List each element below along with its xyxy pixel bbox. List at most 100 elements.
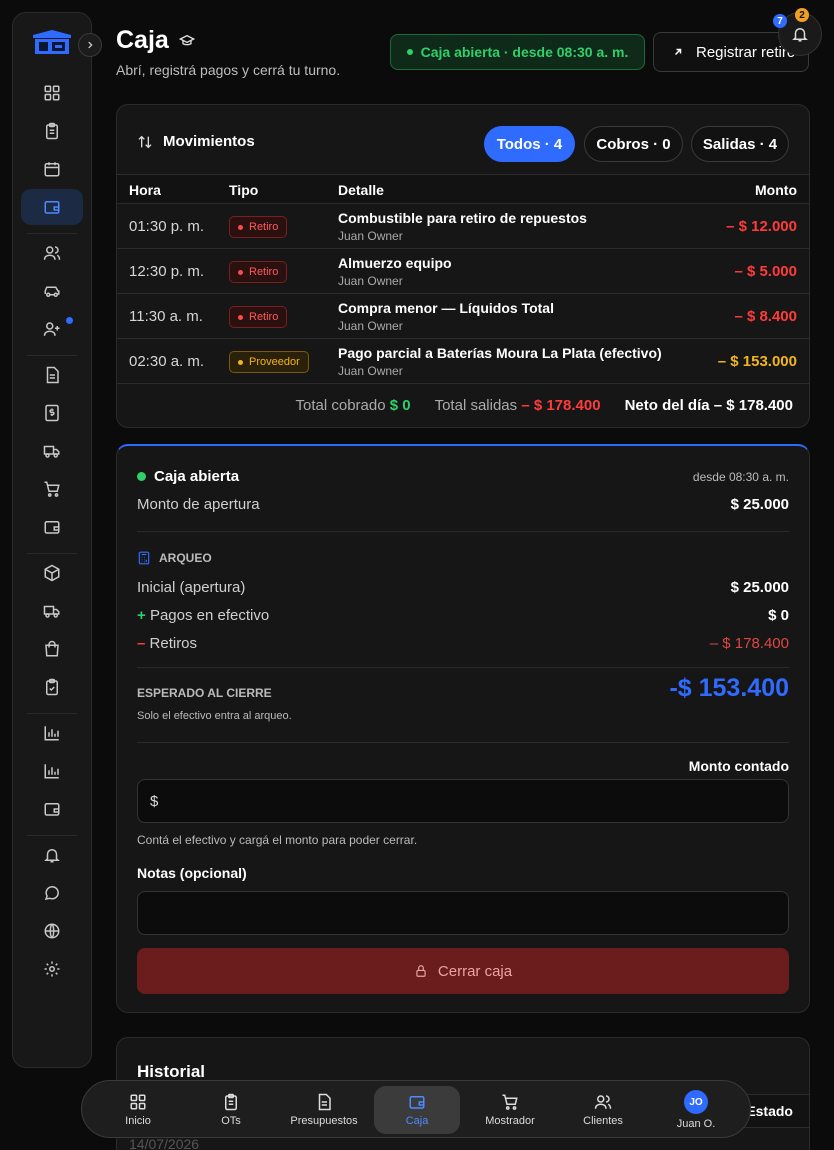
avatar: JO [684,1090,708,1114]
esperado-note: Solo el efectivo entra al arqueo. [137,710,292,722]
arqueo-title: ARQUEO [137,550,789,566]
table-row[interactable]: 01:30 p. m. Retiro Combustible para reti… [117,204,809,249]
sidebar-item-tareas[interactable] [21,669,83,705]
inicial-row: Inicial (apertura) $ 25.000 [137,579,789,596]
retiros-row: – Retiros – $ 178.400 [137,635,789,652]
sidebar-item-estadisticas[interactable] [21,753,83,789]
sidebar-item-inicio[interactable] [21,75,83,111]
bottom-nav-clientes[interactable]: Clientes [560,1086,646,1134]
movements-card: Movimientos Todos · 4 Cobros · 0 Salidas… [116,104,810,428]
monto-contado-input[interactable]: $ [137,779,789,823]
sidebar-item-nuevo-cliente[interactable] [21,311,83,347]
col-hora[interactable]: Hora [129,182,161,198]
sidebar-item-facturacion[interactable] [21,395,83,431]
sidebar-item-compras[interactable] [21,631,83,667]
lock-icon [414,963,428,979]
cerrar-caja-button[interactable]: Cerrar caja [137,948,789,994]
sidebar-item-envios[interactable] [21,433,83,469]
document-icon [315,1093,333,1111]
clipboard-check-icon [43,678,61,696]
sidebar-item-vehiculos[interactable] [21,273,83,309]
col-detalle[interactable]: Detalle [338,182,384,198]
total-salidas: Total salidas – $ 178.400 [434,397,601,414]
col-monto[interactable]: Monto [755,182,797,198]
sidebar-item-reportes[interactable] [21,715,83,751]
calendar-icon [43,160,61,178]
filter-cobros[interactable]: Cobros · 0 [584,126,683,162]
gear-icon [43,960,61,978]
col-estado[interactable]: Estado [746,1103,793,1119]
row-amount: – $ 12.000 [726,218,797,235]
table-row[interactable]: 12:30 p. m. Retiro Almuerzo equipo Juan … [117,249,809,294]
movements-title-text: Movimientos [163,133,255,150]
sidebar-item-mensajes[interactable] [21,875,83,911]
sidebar-collapse-button[interactable] [78,33,102,57]
page-subtitle: Abrí, registrá pagos y cerrá tu turno. [116,62,341,78]
notification-dot [66,317,73,324]
app-logo[interactable] [31,29,73,55]
bottom-nav-user[interactable]: JO Juan O. [653,1086,739,1134]
sidebar-item-mostrador[interactable] [21,471,83,507]
row-user: Juan Owner [338,274,403,288]
wallet-icon [43,800,61,818]
row-detail: Compra menor — Líquidos Total [338,300,554,316]
sidebar-item-cuentas[interactable] [21,509,83,545]
wallet-icon [43,198,61,216]
sidebar-item-clientes[interactable] [21,235,83,271]
box-icon [43,564,61,582]
user-plus-icon [43,320,61,338]
sidebar-item-finanzas[interactable] [21,791,83,827]
type-badge: Retiro [229,306,288,328]
col-tipo[interactable]: Tipo [229,182,258,198]
clipboard-icon [43,122,61,140]
esperado-value: -$ 153.400 [669,674,789,702]
row-time: 01:30 p. m. [129,218,205,235]
bottom-nav-caja[interactable]: Caja [374,1086,460,1134]
type-badge: Retiro [229,261,288,283]
sidebar-item-caja[interactable] [21,189,83,225]
sidebar-item-ots[interactable] [21,113,83,149]
document-icon [43,366,61,384]
total-cobrado: Total cobrado $ 0 [295,397,411,414]
notas-label: Notas (opcional) [137,865,247,881]
filter-salidas[interactable]: Salidas · 4 [691,126,789,162]
sidebar-item-proveedores[interactable] [21,593,83,629]
status-badge: Caja abierta · desde 08:30 a. m. [390,34,645,70]
sidebar-item-inventario[interactable] [21,555,83,591]
sidebar [12,12,92,1068]
page-title-text: Caja [116,26,169,54]
filter-todos[interactable]: Todos · 4 [484,126,575,162]
table-row[interactable]: 02:30 a. m. Proveedor Pago parcial a Bat… [117,339,809,384]
bottom-nav-ots[interactable]: OTs [188,1086,274,1134]
page-title: Caja [116,26,195,55]
truck-icon [43,442,61,460]
table-row[interactable]: 11:30 a. m. Retiro Compra menor — Líquid… [117,294,809,339]
row-user: Juan Owner [338,319,403,333]
row-amount: – $ 8.400 [734,308,797,325]
row-time: 02:30 a. m. [129,353,205,370]
row-user: Juan Owner [338,229,403,243]
cart-icon [501,1093,519,1111]
sidebar-item-presupuestos[interactable] [21,357,83,393]
sidebar-item-notificaciones[interactable] [21,837,83,873]
sidebar-item-integraciones[interactable] [21,913,83,949]
caja-since: desde 08:30 a. m. [692,469,789,484]
cart-icon [43,480,61,498]
bottom-nav-inicio[interactable]: Inicio [95,1086,181,1134]
grid-icon [43,84,61,102]
caja-status: Caja abierta [137,468,239,485]
row-detail: Combustible para retiro de repuestos [338,210,587,226]
historial-title: Historial [137,1062,206,1081]
row-detail: Pago parcial a Baterías Moura La Plata (… [338,345,662,361]
type-badge: Proveedor [229,351,309,373]
graduation-cap-icon[interactable] [178,33,195,49]
type-badge: Retiro [229,216,288,238]
notification-count-badge: 7 [773,14,787,28]
sidebar-item-configuracion[interactable] [21,951,83,987]
row-amount: – $ 5.000 [734,263,797,280]
notas-input[interactable] [137,891,789,935]
bottom-nav-presupuestos[interactable]: Presupuestos [281,1086,367,1134]
sidebar-item-calendario[interactable] [21,151,83,187]
bottom-nav-mostrador[interactable]: Mostrador [467,1086,553,1134]
clipboard-icon [222,1093,240,1111]
